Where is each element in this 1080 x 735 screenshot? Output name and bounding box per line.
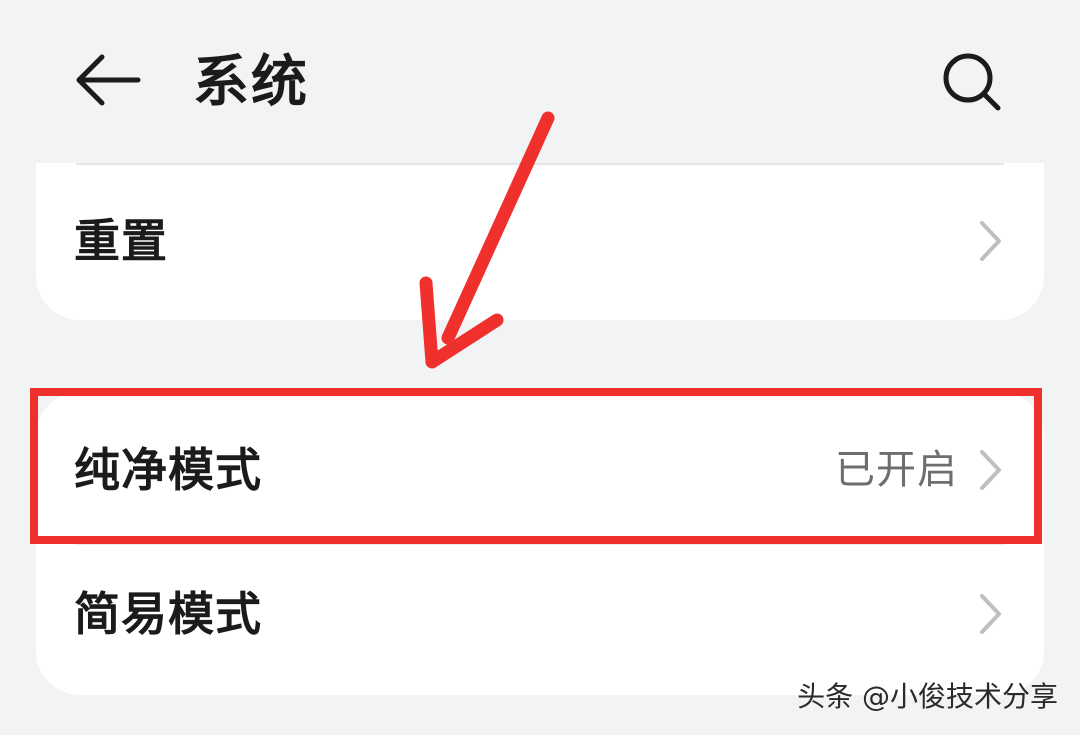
settings-item-pure-mode[interactable]: 纯净模式 已开启 — [36, 392, 1044, 544]
settings-item-label: 简易模式 — [74, 587, 262, 641]
settings-card-top: 重置 — [36, 163, 1044, 320]
page-title: 系统 — [193, 50, 309, 115]
search-button[interactable] — [930, 40, 1014, 124]
settings-item-status: 已开启 — [835, 447, 958, 493]
settings-item-label: 重置 — [74, 214, 168, 268]
arrow-left-icon — [76, 54, 141, 106]
settings-card-modes: 纯净模式 已开启 简易模式 — [36, 392, 1044, 695]
back-button[interactable] — [70, 45, 146, 115]
settings-item-reset[interactable]: 重置 — [36, 163, 1044, 320]
settings-item-simple-mode[interactable]: 简易模式 — [36, 544, 1044, 695]
header-bar: 系统 — [0, 0, 1080, 165]
chevron-right-icon — [980, 221, 1001, 261]
search-icon — [943, 53, 1001, 111]
chevron-right-icon — [980, 450, 1001, 490]
settings-item-label: 纯净模式 — [74, 443, 262, 497]
chevron-right-icon — [980, 594, 1001, 634]
watermark-text: 头条 @小俊技术分享 — [797, 680, 1058, 713]
